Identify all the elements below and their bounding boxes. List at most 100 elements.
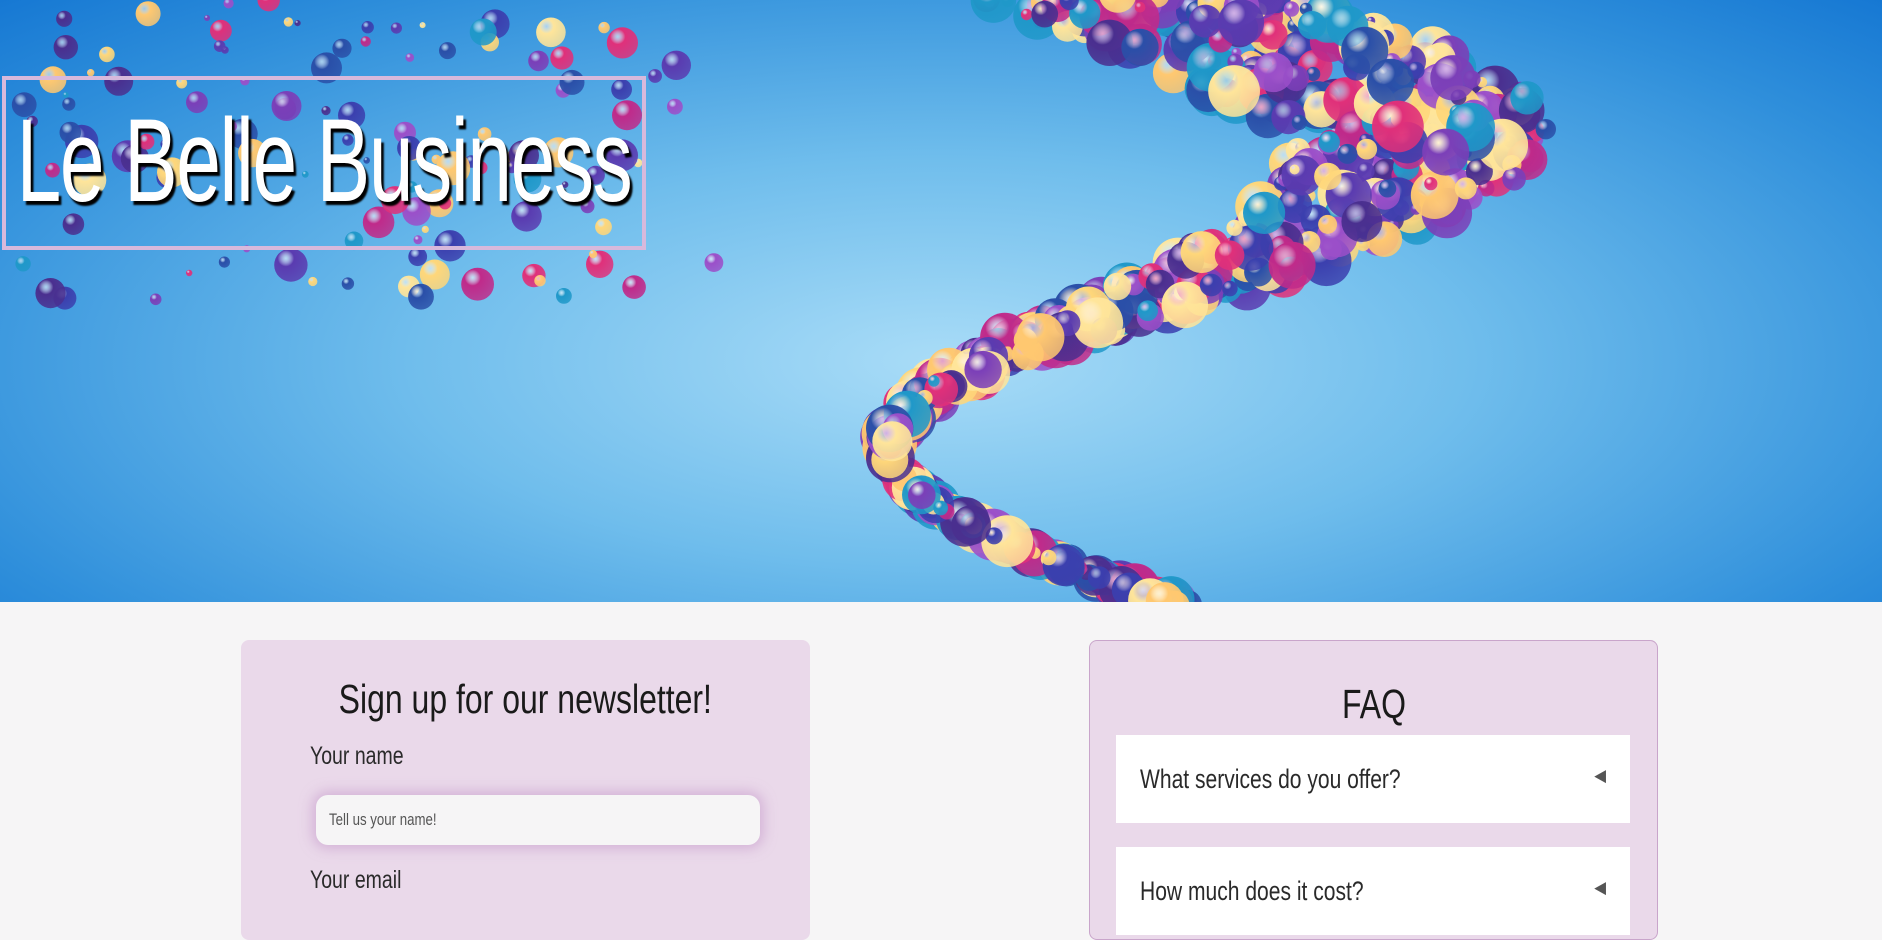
bubble (1137, 300, 1158, 322)
bubble (908, 481, 936, 510)
bubble (964, 350, 1002, 389)
bubble (294, 20, 301, 27)
bubble (1020, 8, 1033, 21)
bubble (1356, 138, 1378, 160)
bubble (210, 19, 232, 42)
bubble (1214, 240, 1245, 270)
bubble (1410, 171, 1459, 220)
bubble (598, 21, 610, 34)
bubble (186, 269, 193, 277)
bubble (928, 375, 940, 387)
bubble (1430, 55, 1476, 101)
bubble (56, 10, 73, 27)
bubble (308, 276, 318, 287)
bubble (1535, 119, 1557, 140)
bubble (204, 15, 211, 21)
bubble (1291, 114, 1307, 131)
faq-heading: FAQ (1342, 681, 1407, 727)
bubble (1341, 26, 1389, 74)
bubble (556, 288, 572, 304)
bubble (99, 46, 115, 63)
name-label: Your name (310, 742, 404, 770)
bubble (341, 277, 355, 290)
bubble (1031, 0, 1059, 28)
bubble (970, 0, 1017, 23)
bubble (274, 248, 308, 282)
bubble (1378, 179, 1397, 198)
bubble (606, 27, 639, 59)
bubble (1103, 272, 1132, 301)
bubble (408, 247, 428, 267)
bubble (149, 293, 162, 306)
site-title: Le Belle Business (16, 95, 633, 227)
faq-question: What services do you offer? (1140, 763, 1401, 794)
bubble (1337, 143, 1358, 164)
bubble (648, 69, 662, 83)
bubble (1297, 11, 1327, 40)
bubble (1341, 201, 1383, 242)
bubble (1357, 162, 1375, 180)
bubble (1199, 273, 1223, 297)
newsletter-heading: Sign up for our newsletter! (338, 676, 713, 722)
bubble (1016, 313, 1065, 362)
bubble (1243, 191, 1286, 234)
bubble (469, 18, 497, 46)
bubble (1502, 167, 1526, 191)
bubble (35, 278, 66, 309)
bubble (1217, 0, 1265, 46)
bubble (1121, 28, 1159, 67)
bubble (1318, 214, 1338, 234)
bubble (439, 42, 456, 60)
name-input[interactable]: Tell us your name! (316, 795, 760, 845)
bubble (461, 267, 494, 301)
hero-banner: Le Belle Business (0, 0, 1882, 602)
bubble (1424, 177, 1438, 191)
bubble (361, 21, 374, 34)
bubble (135, 1, 161, 27)
name-input-placeholder: Tell us your name! (329, 810, 437, 829)
bubble (408, 283, 434, 310)
bubble (534, 275, 546, 287)
bubble (951, 505, 992, 545)
bubble (390, 22, 402, 34)
bubble (1283, 1, 1300, 17)
bubble (1268, 241, 1316, 289)
bubble (283, 17, 294, 27)
bubble (1289, 164, 1300, 175)
bubble (1454, 177, 1477, 200)
bubble (1226, 219, 1243, 236)
bubble (1222, 280, 1238, 297)
bubble (1372, 100, 1424, 153)
bubble (872, 421, 913, 462)
bubble (1188, 4, 1222, 38)
bubble (405, 53, 415, 62)
bubble (213, 40, 226, 52)
bubble (1318, 131, 1340, 153)
bubble (1041, 549, 1057, 566)
faq-item-cost[interactable]: How much does it cost? ◀ (1116, 847, 1630, 935)
bubble (528, 50, 549, 72)
bubble (257, 0, 280, 12)
bubble (332, 38, 352, 58)
bubble (536, 17, 566, 48)
bubble (1422, 128, 1470, 176)
bubble (218, 256, 230, 268)
bubble (1510, 81, 1544, 115)
bubble (1208, 65, 1260, 117)
bubble (550, 46, 574, 70)
bubble (360, 36, 371, 47)
bubble (15, 256, 31, 272)
newsletter-card: Sign up for our newsletter! Your name Te… (241, 640, 810, 940)
bubble (933, 500, 949, 516)
bubble (1087, 566, 1111, 589)
bubble (622, 275, 646, 299)
email-label: Your email (310, 866, 402, 894)
bubble (589, 250, 598, 259)
bubble (667, 98, 683, 115)
bubble (1134, 1, 1146, 13)
faq-card: FAQ What services do you offer? ◀ How mu… (1089, 640, 1658, 940)
faq-item-services[interactable]: What services do you offer? ◀ (1116, 735, 1630, 823)
bubble (704, 253, 724, 272)
triangle-left-icon: ◀ (1594, 766, 1606, 785)
bubble (419, 22, 426, 29)
